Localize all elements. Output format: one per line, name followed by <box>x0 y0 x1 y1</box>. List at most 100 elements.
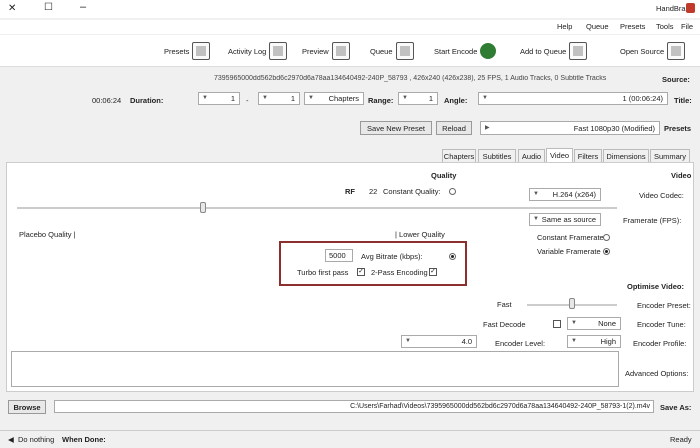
range-to-select[interactable]: ▼ 1 <box>198 92 240 105</box>
optimise-section-title: Optimise Video: <box>627 282 684 291</box>
encoder-tune-select[interactable]: ▼ None <box>567 317 621 330</box>
chevron-down-icon: ▼ <box>533 216 539 222</box>
fast-decode-checkbox[interactable] <box>553 320 561 328</box>
menu-file[interactable]: File <box>681 22 693 31</box>
tab-dimensions[interactable]: Dimensions <box>603 149 649 162</box>
tab-audio[interactable]: Audio <box>518 149 545 162</box>
status-bar: ◀ Do nothing When Done: Ready <box>0 430 700 448</box>
activity-log-button[interactable]: Activity Log <box>228 41 288 61</box>
range-label: Range: <box>368 96 394 105</box>
presets-label: Presets <box>664 124 692 133</box>
encoder-level-label: Encoder Level: <box>495 339 546 348</box>
status-ready: Ready <box>670 435 692 444</box>
save-as-input[interactable]: C:\Users\Farhad\Videos\7395965000dd562bd… <box>54 400 654 413</box>
start-encode-button[interactable]: Start Encode <box>434 41 497 61</box>
menu-bar: Help Queue Presets Tools File <box>0 20 700 34</box>
cq-value: 22 <box>369 187 378 196</box>
start-encode-label: Start Encode <box>434 46 478 56</box>
duration-value: 00:06:24 <box>92 96 122 105</box>
browse-button[interactable]: Browse <box>8 400 46 414</box>
queue-label: Queue <box>370 46 393 56</box>
maximize-icon[interactable]: ☐ <box>44 2 53 13</box>
advanced-options-textarea[interactable] <box>11 351 619 387</box>
tab-chapters[interactable]: Chapters <box>442 149 476 162</box>
menu-help[interactable]: Help <box>557 22 572 31</box>
avg-bitrate-radio[interactable] <box>449 253 456 260</box>
variable-framerate-label: Variable Framerate <box>537 247 601 256</box>
quality-slider-thumb[interactable] <box>200 202 206 213</box>
chevron-right-icon: ▶ <box>485 125 490 131</box>
encoder-tune-label: Encoder Tune: <box>637 320 686 329</box>
when-done-value[interactable]: Do nothing <box>18 435 54 444</box>
turbo-first-pass-checkbox[interactable]: ✓ <box>357 268 365 276</box>
angle-label: Angle: <box>444 96 468 105</box>
tab-subtitles[interactable]: Subtitles <box>478 149 516 162</box>
two-pass-checkbox[interactable]: ✓ <box>429 268 437 276</box>
handbrake-logo-icon <box>686 3 695 13</box>
angle-select[interactable]: ▼ 1 <box>398 92 438 105</box>
fast-decode-label: Fast Decode <box>483 320 526 329</box>
chevron-down-icon: ▼ <box>308 95 314 101</box>
encoder-preset-label: Encoder Preset: <box>637 301 691 310</box>
range-dash: - <box>246 96 249 105</box>
presets-icon <box>192 42 211 60</box>
add-to-queue-label: Add to Queue <box>520 46 567 56</box>
source-label: Source: <box>662 75 690 84</box>
placebo-quality-label: Placebo Quality | <box>19 230 76 239</box>
save-new-preset-button[interactable]: Save New Preset <box>360 121 432 135</box>
framerate-label: Framerate (FPS): <box>623 216 682 225</box>
title-select[interactable]: ▼ 1 (00:06:24) <box>478 92 668 105</box>
quality-section-title: Quality <box>431 171 457 180</box>
variable-framerate-radio[interactable] <box>603 248 610 255</box>
preview-button[interactable]: Preview <box>302 41 350 61</box>
video-tab-panel: Video ▼ H.264 (x264) Video Codec: ▼ Same… <box>6 162 694 392</box>
play-icon <box>480 43 497 59</box>
range-type-select[interactable]: ▼ Chapters <box>304 92 364 105</box>
encoder-level-select[interactable]: ▼ 4.0 <box>401 335 477 348</box>
menu-queue[interactable]: Queue <box>586 22 609 31</box>
title-label: Title: <box>674 96 692 105</box>
chevron-down-icon: ▼ <box>571 338 577 344</box>
menu-tools[interactable]: Tools <box>656 22 674 31</box>
open-source-label: Open Source <box>620 46 665 56</box>
quality-slider-track[interactable] <box>17 207 617 209</box>
bitrate-input[interactable]: 5000 <box>325 249 353 262</box>
chevron-down-icon: ▼ <box>405 338 411 344</box>
preset-select[interactable]: ▶ Fast 1080p30 (Modified) <box>480 121 660 135</box>
encoder-preset-thumb[interactable] <box>569 298 575 309</box>
framerate-select[interactable]: ▼ Same as source <box>529 213 601 226</box>
handbrake-window: ✕ ☐ – HandBrake Help Queue Presets Tools… <box>0 0 700 448</box>
reload-button[interactable]: Reload <box>436 121 472 135</box>
queue-button[interactable]: Queue <box>370 41 414 61</box>
encoder-profile-select[interactable]: ▼ High <box>567 335 621 348</box>
open-source-button[interactable]: Open Source <box>620 41 686 61</box>
toolbar: Presets Activity Log Preview Queue Start… <box>0 35 700 67</box>
lower-quality-label: | Lower Quality <box>395 230 445 239</box>
video-codec-select[interactable]: ▼ H.264 (x264) <box>529 188 601 201</box>
rf-label: RF <box>345 187 355 196</box>
save-as-label: Save As: <box>660 403 692 412</box>
presets-button[interactable]: Presets <box>164 41 211 61</box>
preview-icon <box>331 42 350 60</box>
menu-presets[interactable]: Presets <box>620 22 645 31</box>
when-done-label: When Done: <box>62 435 106 444</box>
constant-framerate-radio[interactable] <box>603 234 610 241</box>
activity-log-icon <box>269 42 288 60</box>
tab-filters[interactable]: Filters <box>574 149 602 162</box>
close-icon[interactable]: ✕ <box>8 3 16 14</box>
range-from-select[interactable]: ▼ 1 <box>258 92 300 105</box>
constant-quality-radio[interactable] <box>449 188 456 195</box>
chevron-down-icon: ▼ <box>482 95 488 101</box>
tab-summary[interactable]: Summary <box>650 149 690 162</box>
duration-label: Duration: <box>130 96 164 105</box>
when-done-icon[interactable]: ◀ <box>8 435 14 444</box>
preview-label: Preview <box>302 46 329 56</box>
tab-video[interactable]: Video <box>546 148 573 162</box>
add-to-queue-button[interactable]: Add to Queue <box>520 41 588 61</box>
queue-icon <box>395 42 414 60</box>
encoder-profile-label: Encoder Profile: <box>633 339 687 348</box>
chevron-down-icon: ▼ <box>202 95 208 101</box>
constant-framerate-label: Constant Framerate <box>537 233 604 242</box>
chevron-down-icon: ▼ <box>533 191 539 197</box>
minimize-icon[interactable]: – <box>80 1 86 13</box>
